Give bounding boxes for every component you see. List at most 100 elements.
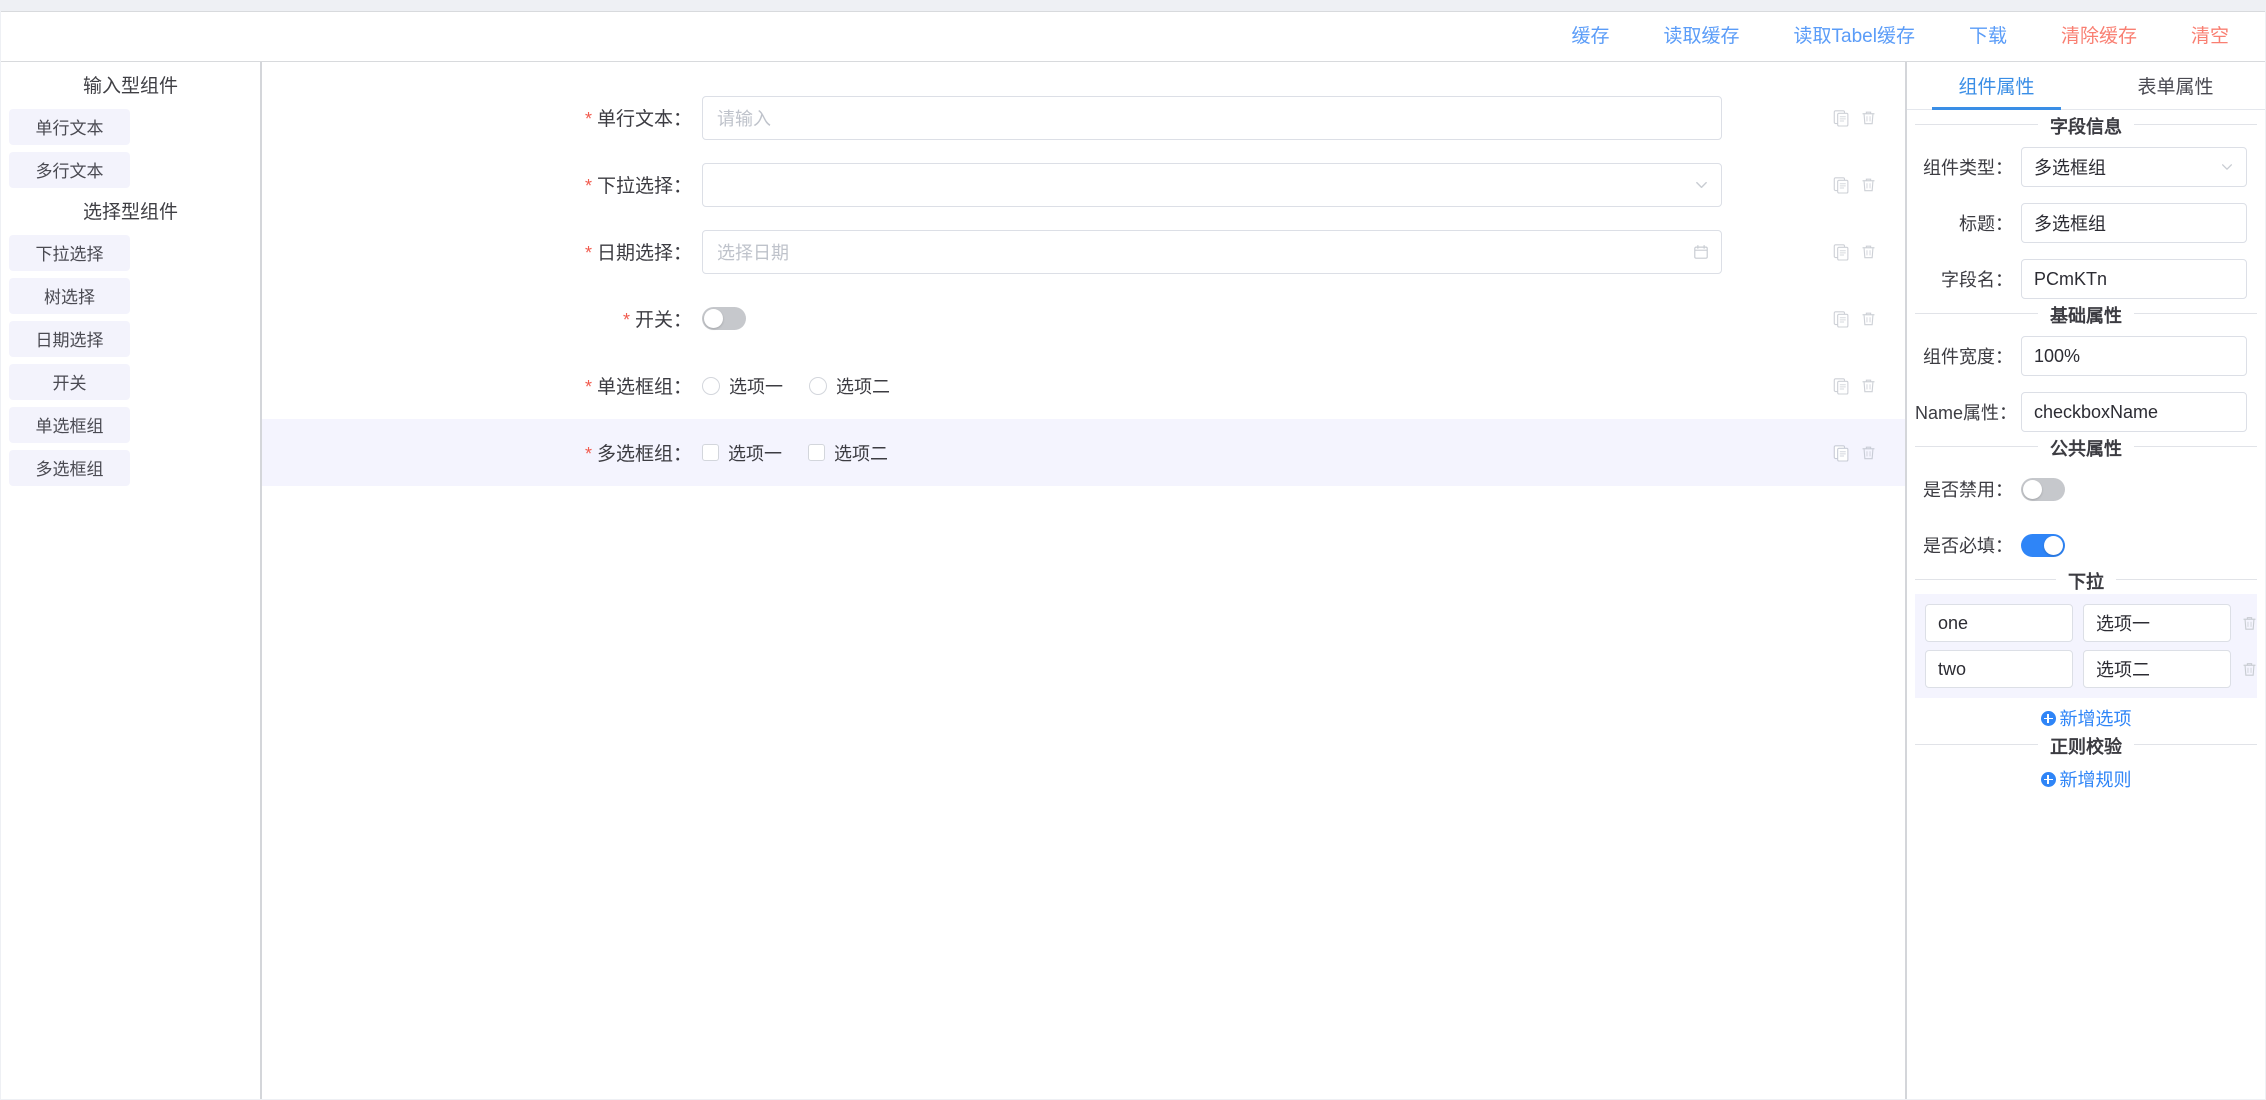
toolbar-button-clear[interactable]: 清空 <box>2191 27 2229 46</box>
toolbar-button-read-cache[interactable]: 读取缓存 <box>1664 27 1740 46</box>
trash-icon[interactable] <box>1860 444 1877 461</box>
form-canvas-area[interactable]: * 单行文本： 请输入 * 下拉选择： * 日期选择： 选择日期 * 开关： *… <box>262 62 1905 1099</box>
fieldset-base-attrs: 基础属性 组件宽度： 100% Name属性： checkboxName <box>1915 302 2257 440</box>
form-row-label: * 下拉选择： <box>584 176 692 197</box>
switch-toggle[interactable] <box>702 307 746 330</box>
copy-icon[interactable] <box>1833 109 1850 126</box>
fieldset-field-info: 字段信息 组件类型： 多选框组 标题： 多选框组 字段名： PCmKTn <box>1915 113 2257 307</box>
fieldset-legend: 基础属性 <box>2038 302 2134 328</box>
palette-item-date-select[interactable]: 日期选择 <box>9 320 130 357</box>
tab-form-properties[interactable]: 表单属性 <box>2086 62 2265 109</box>
copy-icon[interactable] <box>1833 444 1850 461</box>
form-row-control: 选项一 选项二 <box>702 440 1877 466</box>
trash-icon[interactable] <box>1860 176 1877 193</box>
copy-icon[interactable] <box>1833 176 1850 193</box>
properties-tabs: 组件属性 表单属性 <box>1907 62 2265 110</box>
option-key-input[interactable]: two <box>1925 650 2073 688</box>
form-row-checkbox-group[interactable]: * 多选框组： 选项一 选项二 <box>262 419 1905 486</box>
component-width-input[interactable]: 100% <box>2021 336 2247 376</box>
toolbar-button-download[interactable]: 下载 <box>1969 27 2007 46</box>
form-row-single-line-text[interactable]: * 单行文本： 请输入 <box>262 84 1905 151</box>
prop-label: 字段名： <box>1941 270 2013 290</box>
fieldset-legend: 字段信息 <box>2038 113 2134 139</box>
add-rule-button[interactable]: 新增规则 <box>1915 759 2257 799</box>
component-type-select[interactable]: 多选框组 <box>2021 147 2247 187</box>
checkbox-option-1[interactable]: 选项一 <box>702 440 782 466</box>
form-row-label: * 单选框组： <box>584 377 692 398</box>
trash-icon[interactable] <box>2241 615 2258 632</box>
toolbar-button-read-tabel-cache[interactable]: 读取Tabel缓存 <box>1794 27 1915 46</box>
prop-row-disabled: 是否禁用： <box>1915 461 2257 517</box>
palette-item-dropdown-select[interactable]: 下拉选择 <box>9 234 130 271</box>
title-input[interactable]: 多选框组 <box>2021 203 2247 243</box>
checkbox-option-label: 选项二 <box>834 443 888 464</box>
radio-icon <box>809 376 827 395</box>
dropdown-option-row: two 选项二 <box>1919 646 2256 692</box>
fieldset-dropdown-options: 下拉 one 选项一 two 选项二 新增选项 <box>1915 568 2258 738</box>
fieldset-legend: 下拉 <box>2056 568 2116 594</box>
palette-group-title-select: 选择型组件 <box>82 201 178 223</box>
option-text-value: 选项一 <box>2096 614 2150 634</box>
disabled-toggle[interactable] <box>2021 477 2065 501</box>
palette-item-tree-select[interactable]: 树选择 <box>9 277 130 314</box>
option-key-input[interactable]: one <box>1925 604 2073 642</box>
calendar-icon[interactable] <box>1693 244 1709 260</box>
prop-row-component-width: 组件宽度： 100% <box>1915 328 2257 384</box>
dropdown-select-input[interactable] <box>702 162 1722 207</box>
form-row-date-select[interactable]: * 日期选择： 选择日期 <box>262 218 1905 285</box>
form-row-control: 选项一 选项二 <box>702 373 1877 399</box>
toolbar-button-clear-cache[interactable]: 清除缓存 <box>2061 27 2137 46</box>
field-name-value: PCmKTn <box>2034 268 2108 289</box>
prop-control <box>2021 477 2247 501</box>
form-row-dropdown-select[interactable]: * 下拉选择： <box>262 151 1905 218</box>
tab-component-properties[interactable]: 组件属性 <box>1907 62 2086 110</box>
form-row-control: 请输入 <box>702 95 1877 140</box>
form-row-label-text: 多选框组 <box>596 444 673 465</box>
form-row-radio-group[interactable]: * 单选框组： 选项一 选项二 <box>262 352 1905 419</box>
palette-item-switch[interactable]: 开关 <box>9 363 130 400</box>
option-text-value: 选项二 <box>2096 660 2150 680</box>
palette-item-radio-group[interactable]: 单选框组 <box>9 406 130 443</box>
fieldset-legend: 正则校验 <box>2038 733 2134 759</box>
copy-icon[interactable] <box>1833 377 1850 394</box>
trash-icon[interactable] <box>1860 109 1877 126</box>
switch-knob <box>704 309 723 328</box>
row-actions <box>1833 176 1877 193</box>
date-picker-input[interactable]: 选择日期 <box>702 229 1722 274</box>
add-option-button[interactable]: 新增选项 <box>1915 698 2257 738</box>
trash-icon[interactable] <box>1860 310 1877 327</box>
chevron-down-icon[interactable] <box>1694 177 1709 192</box>
properties-panel: 组件属性 表单属性 字段信息 组件类型： 多选框组 标题： 多选框组 字段名： … <box>1905 62 2265 1099</box>
palette-item-single-line-text[interactable]: 单行文本 <box>9 108 130 145</box>
trash-icon[interactable] <box>2241 661 2258 678</box>
option-key-value: one <box>1938 612 1969 633</box>
required-asterisk: * <box>584 243 592 263</box>
radio-option-1[interactable]: 选项一 <box>702 373 783 399</box>
checkbox-option-2[interactable]: 选项二 <box>808 440 888 466</box>
component-width-value: 100% <box>2034 345 2081 366</box>
form-row-label-text: 下拉选择 <box>596 176 673 197</box>
required-asterisk: * <box>584 377 592 397</box>
title-value: 多选框组 <box>2034 214 2106 234</box>
trash-icon[interactable] <box>1860 243 1877 260</box>
option-text-input[interactable]: 选项一 <box>2083 604 2231 642</box>
form-row-switch[interactable]: * 开关： <box>262 285 1905 352</box>
palette-item-checkbox-group[interactable]: 多选框组 <box>9 449 130 486</box>
radio-option-2[interactable]: 选项二 <box>809 373 890 399</box>
window-top-strip <box>0 0 2266 11</box>
prop-label: 组件类型： <box>1923 158 2013 178</box>
copy-icon[interactable] <box>1833 243 1850 260</box>
field-name-input[interactable]: PCmKTn <box>2021 259 2247 299</box>
single-line-text-input[interactable]: 请输入 <box>702 95 1722 140</box>
add-option-label: 新增选项 <box>2059 709 2132 729</box>
option-text-input[interactable]: 选项二 <box>2083 650 2231 688</box>
trash-icon[interactable] <box>1860 377 1877 394</box>
name-attr-input[interactable]: checkboxName <box>2021 392 2247 432</box>
copy-icon[interactable] <box>1833 310 1850 327</box>
toolbar-button-cache[interactable]: 缓存 <box>1571 27 1609 46</box>
switch-knob <box>2044 535 2063 555</box>
required-toggle[interactable] <box>2021 533 2065 557</box>
palette-item-multi-line-text[interactable]: 多行文本 <box>9 151 130 188</box>
properties-body: 字段信息 组件类型： 多选框组 标题： 多选框组 字段名： PCmKTn 基础属… <box>1907 110 2265 1099</box>
top-toolbar: 缓存 读取缓存 读取Tabel缓存 下载 清除缓存 清空 <box>1 11 2265 62</box>
